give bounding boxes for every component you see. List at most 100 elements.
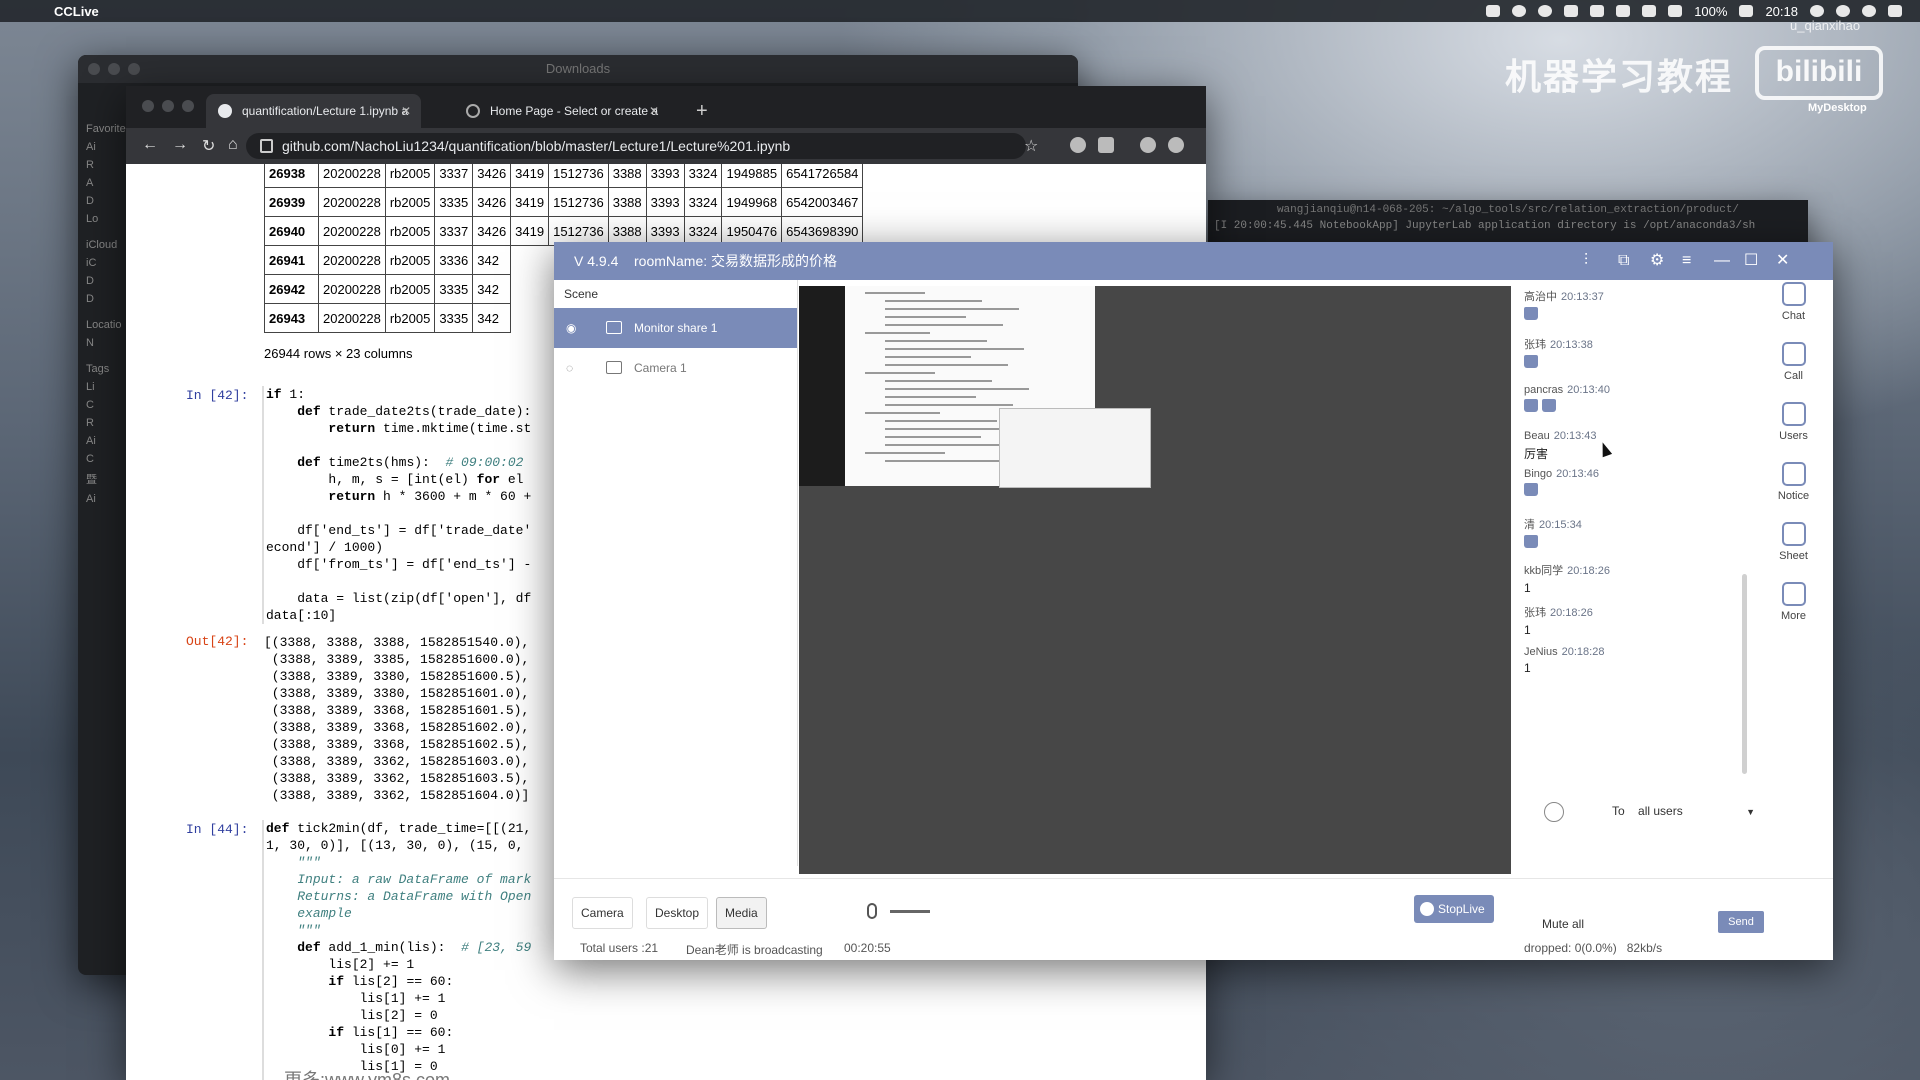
- emoji-icon[interactable]: [1544, 802, 1564, 822]
- stop-live-button[interactable]: StopLive: [1414, 895, 1494, 923]
- sidebar-label: Call: [1784, 370, 1803, 382]
- user-icon[interactable]: [1810, 5, 1824, 17]
- sidebar-chat[interactable]: Chat: [1754, 282, 1833, 322]
- signal-icon: ⫶: [1584, 252, 1589, 269]
- sidebar-more[interactable]: More: [1754, 582, 1833, 622]
- sidebar-sheet[interactable]: Sheet: [1754, 522, 1833, 562]
- mute-all-toggle[interactable]: Mute all: [1542, 917, 1584, 931]
- code-cell[interactable]: if 1: def trade_date2ts(trade_date): ret…: [266, 386, 531, 624]
- chat-message: 张玮 20:18:26 1: [1524, 604, 1593, 637]
- volume-icon[interactable]: [1642, 5, 1657, 17]
- eye-off-icon[interactable]: ◌: [566, 348, 573, 388]
- address-bar[interactable]: github.com/NachoLiu1234/quantification/b…: [246, 133, 1026, 159]
- browser-tab[interactable]: Home Page - Select or create a ✕: [454, 94, 669, 128]
- table-cell: 3336: [434, 245, 474, 275]
- status-icon[interactable]: [1538, 5, 1553, 17]
- forward-icon[interactable]: →: [172, 136, 188, 154]
- new-tab-button[interactable]: +: [696, 94, 708, 128]
- cell-output: [(3388, 3388, 3388, 1582851540.0), (3388…: [264, 635, 530, 803]
- scene-item-camera[interactable]: ◌ Camera 1: [554, 348, 797, 388]
- table-cell: 1949968: [721, 187, 783, 217]
- chat-recipient[interactable]: To all users ▼: [1612, 804, 1755, 818]
- close-tab-icon[interactable]: ✕: [401, 94, 411, 128]
- preview-text-line: [885, 388, 1029, 390]
- input-source-icon[interactable]: [1668, 5, 1683, 17]
- extension-icon[interactable]: [1070, 137, 1086, 153]
- bottom-bar: Camera Desktop Media StopLive Mute all S…: [554, 878, 1833, 961]
- clock[interactable]: 20:18: [1765, 4, 1798, 19]
- reload-icon[interactable]: ↻: [202, 136, 215, 156]
- preview-text-line: [885, 324, 1003, 326]
- airplay-icon[interactable]: [1616, 5, 1631, 17]
- back-icon[interactable]: ←: [142, 136, 158, 154]
- code-cell[interactable]: def tick2min(df, trade_time=[[(21, 1, 30…: [266, 820, 531, 1075]
- source-desktop-button[interactable]: Desktop: [646, 897, 709, 929]
- desktop-folder-label[interactable]: MyDesktop: [1808, 102, 1867, 114]
- broadcast-status: Dean老师 is broadcasting: [686, 943, 823, 957]
- shield-icon[interactable]: [1564, 5, 1579, 17]
- minimize-button[interactable]: [108, 63, 120, 75]
- apple-icon[interactable]: [20, 3, 36, 19]
- browser-tab[interactable]: quantification/Lecture 1.ipynb a ✕: [206, 94, 421, 128]
- table-cell: 3388: [607, 164, 647, 188]
- camera-icon: [606, 361, 622, 374]
- send-button[interactable]: Send: [1718, 911, 1764, 933]
- table-cell: rb2005: [384, 245, 436, 275]
- preview-text-line: [885, 340, 987, 342]
- status-icon[interactable]: [1486, 5, 1501, 17]
- source-media-button[interactable]: Media: [716, 897, 767, 929]
- maximize-icon[interactable]: ☐: [1744, 242, 1758, 280]
- close-tab-icon[interactable]: ✕: [649, 94, 659, 128]
- scene-item-monitor-share[interactable]: ◉ Monitor share 1: [554, 308, 797, 348]
- table-row: 26939 20200228 rb2005 3335 3426 3419 1512736 33…: [264, 187, 864, 217]
- minimize-button[interactable]: [162, 100, 174, 112]
- close-button[interactable]: [88, 63, 100, 75]
- source-camera-button[interactable]: Camera: [572, 897, 633, 929]
- volume-slider[interactable]: [890, 910, 930, 913]
- preview-dialog: [999, 408, 1151, 488]
- status-icon[interactable]: [1512, 5, 1527, 17]
- preview-text-line: [885, 436, 981, 438]
- siri-icon[interactable]: [1862, 5, 1876, 17]
- preview-text-line: [885, 460, 1002, 462]
- microphone-icon[interactable]: [867, 903, 877, 919]
- chat-username: 张玮: [1524, 339, 1546, 351]
- table-cell: 20200228: [318, 216, 386, 246]
- extension-icon[interactable]: [1098, 137, 1114, 153]
- close-icon[interactable]: ✕: [1776, 242, 1789, 280]
- cell-prompt: In [42]:: [186, 388, 249, 403]
- room-name: roomName: 交易数据形成的价格: [634, 253, 838, 269]
- sidebar-users[interactable]: Users: [1754, 402, 1833, 442]
- battery-icon[interactable]: [1739, 5, 1754, 17]
- search-icon[interactable]: [1836, 5, 1850, 17]
- zoom-button[interactable]: [128, 63, 140, 75]
- preview-text-line: [885, 404, 1013, 406]
- sidebar-call[interactable]: Call: [1754, 342, 1833, 382]
- chevron-down-icon[interactable]: ▼: [1746, 807, 1755, 817]
- bookmark-star-icon[interactable]: ☆: [1024, 136, 1038, 156]
- chat-scrollbar[interactable]: [1742, 574, 1747, 774]
- control-center-icon[interactable]: [1888, 5, 1902, 17]
- send-icon[interactable]: [1590, 5, 1605, 17]
- table-cell: 3419: [510, 164, 550, 188]
- zoom-button[interactable]: [182, 100, 194, 112]
- profile-avatar[interactable]: [1140, 137, 1156, 153]
- menu-icon[interactable]: [1168, 137, 1184, 153]
- minimize-icon[interactable]: —: [1714, 242, 1730, 280]
- home-icon[interactable]: ⌂: [228, 136, 238, 154]
- cclive-window: V 4.9.4 roomName: 交易数据形成的价格 ⫶ ⧉ ⚙ ≡ — ☐ …: [554, 242, 1833, 960]
- app-menu-name[interactable]: CCLive: [54, 4, 99, 19]
- gear-icon[interactable]: ⚙: [1650, 242, 1664, 280]
- menu-icon[interactable]: ≡: [1682, 242, 1691, 280]
- cell-border: [262, 820, 264, 1080]
- menubar-user: u_qianxihao: [1790, 18, 1861, 33]
- preview-text-line: [865, 452, 945, 454]
- table-cell: rb2005: [384, 274, 436, 304]
- popout-icon[interactable]: ⧉: [1618, 242, 1629, 280]
- sidebar-notice[interactable]: Notice: [1754, 462, 1833, 502]
- stop-icon: [1420, 902, 1434, 916]
- table-cell: 6542003467: [781, 187, 864, 217]
- close-button[interactable]: [142, 100, 154, 112]
- preview-text-line: [885, 308, 1019, 310]
- eye-icon[interactable]: ◉: [566, 308, 576, 348]
